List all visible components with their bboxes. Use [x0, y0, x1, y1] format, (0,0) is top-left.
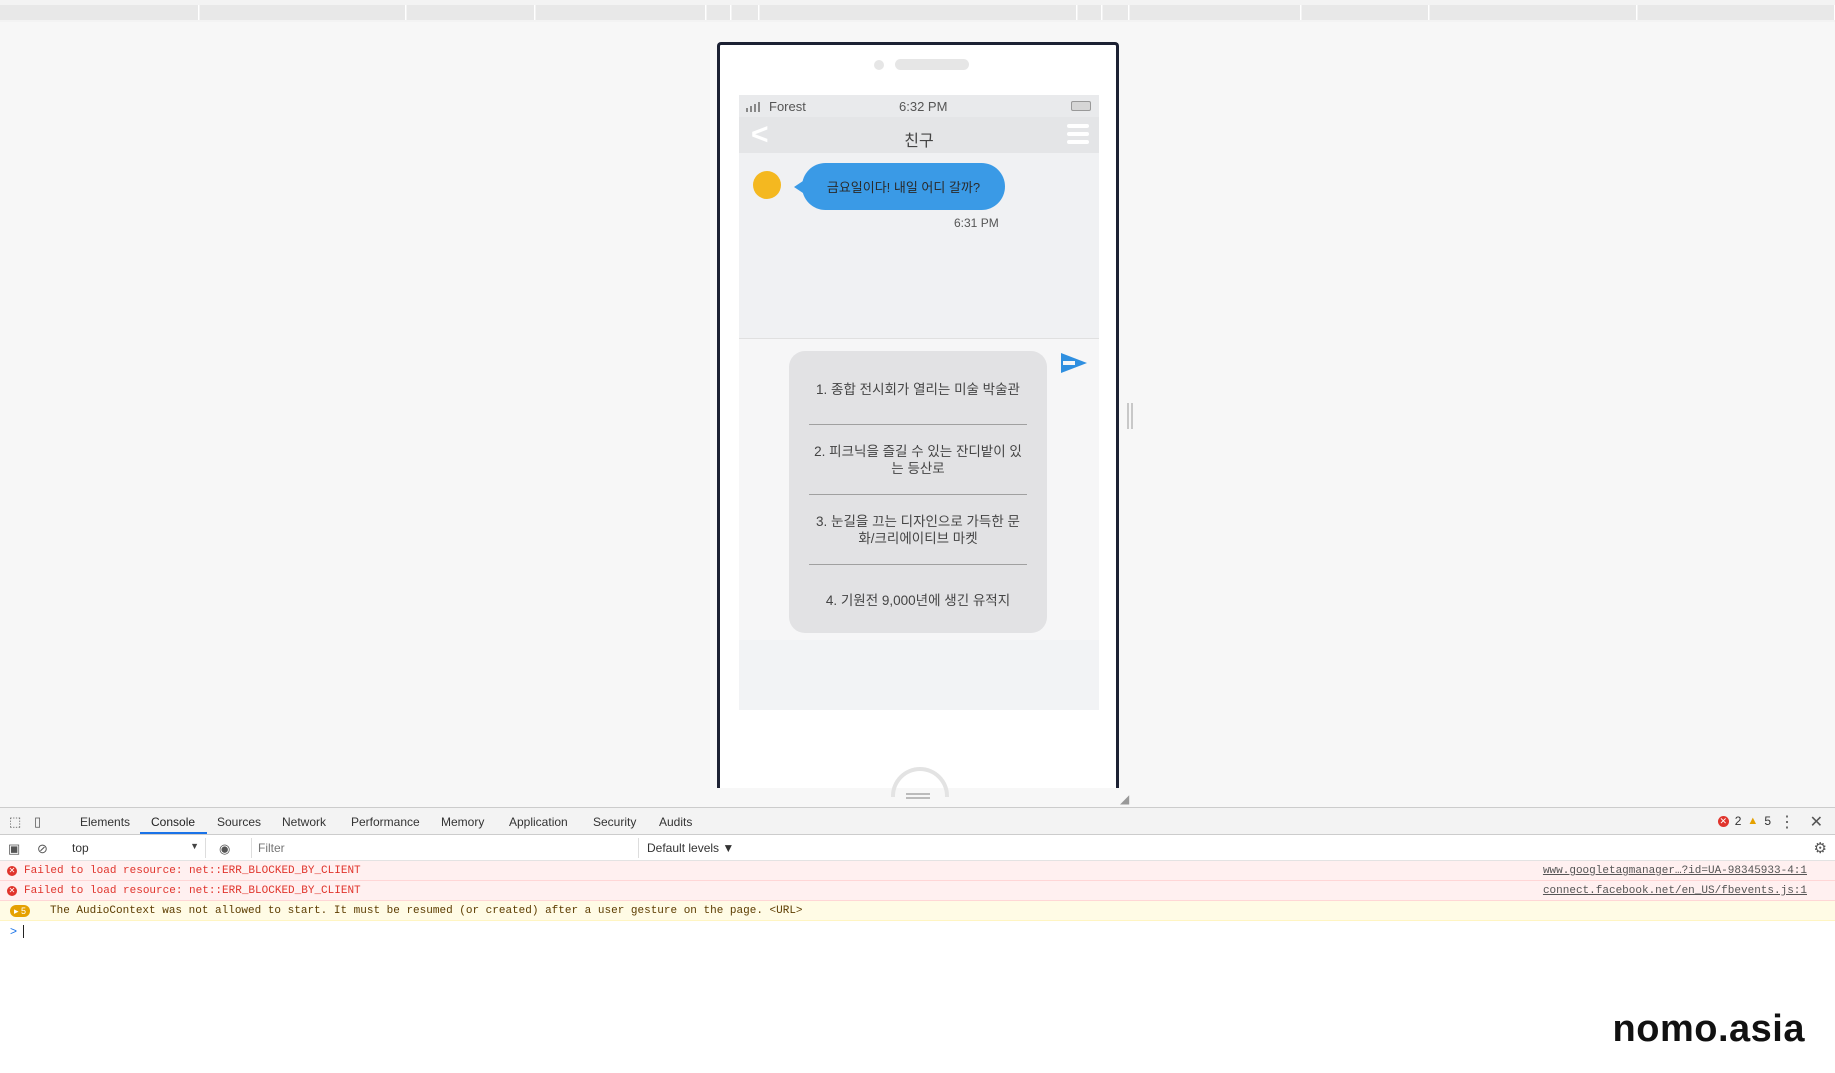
- console-message-warning[interactable]: ▸ 5 The AudioContext was not allowed to …: [0, 901, 1835, 921]
- watermark: nomo.asia: [1612, 1008, 1805, 1050]
- ruler-segment: [1430, 5, 1637, 20]
- console-prompt[interactable]: >: [0, 921, 1835, 941]
- warning-icon: ▲: [1747, 815, 1759, 827]
- devtools-tab-bar: ⬚ ▯ Elements Console Sources Network Per…: [0, 808, 1835, 835]
- ruler-segment: [1078, 5, 1102, 20]
- log-levels-dropdown[interactable]: Default levels ▼: [647, 841, 734, 855]
- filter-input[interactable]: [251, 838, 639, 858]
- battery-icon: [1071, 101, 1091, 111]
- device-toolbar-ruler: [0, 0, 1835, 22]
- dropdown-caret-icon: ▼: [190, 841, 199, 851]
- reply-option-1[interactable]: 1. 종합 전시회가 열리는 미술 박술관: [809, 355, 1027, 425]
- prompt-chevron-icon: >: [10, 924, 18, 938]
- reply-option-4[interactable]: 4. 기원전 9,000년에 생긴 유적지: [809, 565, 1027, 635]
- carrier-name: Forest: [769, 99, 806, 114]
- error-icon: ✕: [7, 866, 17, 876]
- clear-console-icon[interactable]: ⊘: [37, 841, 48, 857]
- error-icon: ✕: [1717, 815, 1729, 827]
- context-value: top: [72, 841, 89, 855]
- message-bubble: 금요일이다! 내일 어디 갈까?: [794, 163, 1005, 210]
- tab-network[interactable]: Network: [282, 815, 326, 829]
- chat-history: 금요일이다! 내일 어디 갈까? 6:31 PM: [739, 153, 1099, 338]
- ruler-segment: [760, 5, 1077, 20]
- source-link[interactable]: www.googletagmanager…?id=UA-98345933-4:1: [1543, 861, 1807, 881]
- log-text: Failed to load resource: net::ERR_BLOCKE…: [24, 885, 361, 897]
- active-tab-indicator: [140, 832, 207, 834]
- ruler-segment: [1103, 5, 1129, 20]
- text-cursor: [23, 925, 25, 939]
- device-toggle-icon[interactable]: ▯: [34, 814, 50, 829]
- error-count: 2: [1734, 814, 1742, 828]
- ruler-segment: [1638, 5, 1835, 20]
- width-resize-handle[interactable]: [1127, 403, 1133, 429]
- tab-audits[interactable]: Audits: [659, 815, 692, 829]
- ruler-segment: [1302, 5, 1429, 20]
- issue-counters[interactable]: ✕ 2 ▲ 5: [1717, 814, 1771, 828]
- reply-option-2[interactable]: 2. 피크닉을 즐길 수 있는 잔디밭이 있는 등산로: [809, 425, 1027, 495]
- ruler-segment: [732, 5, 759, 20]
- reply-area: 1. 종합 전시회가 열리는 미술 박술관 2. 피크닉을 즐길 수 있는 잔디…: [739, 338, 1099, 640]
- status-time: 6:32 PM: [899, 99, 948, 114]
- context-selector[interactable]: top ▼: [66, 838, 206, 858]
- tab-sources[interactable]: Sources: [217, 815, 261, 829]
- gear-icon[interactable]: ⚙: [1814, 839, 1827, 857]
- phone-frame: Forest 6:32 PM < 친구 금요일이다! 내일 어디 갈까? 6:3…: [717, 42, 1119, 797]
- speaker-grille: [895, 59, 969, 70]
- tab-application[interactable]: Application: [509, 815, 568, 829]
- height-resize-handle[interactable]: [906, 793, 930, 799]
- tab-memory[interactable]: Memory: [441, 815, 484, 829]
- inspect-element-icon[interactable]: ⬚: [9, 814, 25, 829]
- phone-screen: Forest 6:32 PM < 친구 금요일이다! 내일 어디 갈까? 6:3…: [739, 95, 1099, 710]
- eye-icon[interactable]: ◉: [219, 841, 230, 857]
- warning-count: 5: [1764, 814, 1771, 828]
- chat-header: < 친구: [739, 117, 1099, 153]
- message-timestamp: 6:31 PM: [954, 216, 999, 230]
- reply-option-3[interactable]: 3. 눈길을 끄는 디자인으로 가득한 문화/크리에이티브 마켓: [809, 495, 1027, 565]
- tab-performance[interactable]: Performance: [351, 815, 420, 829]
- console-toolbar: ▣ ⊘ top ▼ ◉ Default levels ▼ ⚙: [0, 835, 1835, 861]
- ruler-segment: [200, 5, 406, 20]
- camera-dot: [874, 60, 884, 70]
- console-message-error: ✕ Failed to load resource: net::ERR_BLOC…: [0, 861, 1835, 881]
- tab-console[interactable]: Console: [151, 815, 195, 829]
- corner-resize-handle[interactable]: ◢: [1120, 792, 1129, 806]
- device-viewport: Forest 6:32 PM < 친구 금요일이다! 내일 어디 갈까? 6:3…: [0, 22, 1835, 807]
- signal-icon: [746, 101, 760, 112]
- sidebar-toggle-icon[interactable]: ▣: [8, 841, 20, 857]
- ruler-segment: [0, 5, 199, 20]
- log-text: The AudioContext was not allowed to star…: [50, 905, 803, 917]
- error-icon: ✕: [7, 886, 17, 896]
- devtools-panel: ⬚ ▯ Elements Console Sources Network Per…: [0, 807, 1835, 1073]
- message-text: 금요일이다! 내일 어디 갈까?: [826, 180, 981, 195]
- tab-security[interactable]: Security: [593, 815, 636, 829]
- send-arrow-icon[interactable]: [1059, 351, 1089, 375]
- ruler-segment: [407, 5, 535, 20]
- reply-options-list: 1. 종합 전시회가 열리는 미술 박술관 2. 피크닉을 즐길 수 있는 잔디…: [789, 351, 1047, 633]
- console-message-error: ✕ Failed to load resource: net::ERR_BLOC…: [0, 881, 1835, 901]
- log-text: Failed to load resource: net::ERR_BLOCKE…: [24, 865, 361, 877]
- ruler-segment: [536, 5, 706, 20]
- tab-elements[interactable]: Elements: [80, 815, 130, 829]
- source-link[interactable]: connect.facebook.net/en_US/fbevents.js:1: [1543, 881, 1807, 901]
- ruler-segment: [1130, 5, 1301, 20]
- hamburger-menu-icon[interactable]: [1067, 124, 1089, 146]
- close-icon[interactable]: ✕: [1810, 812, 1823, 832]
- warning-group-badge: ▸ 5: [10, 905, 31, 917]
- chat-title: 친구: [904, 133, 934, 150]
- more-options-icon[interactable]: ⋮: [1779, 812, 1795, 832]
- status-bar: Forest 6:32 PM: [739, 95, 1099, 117]
- ruler-segment: [707, 5, 731, 20]
- avatar: [753, 171, 781, 199]
